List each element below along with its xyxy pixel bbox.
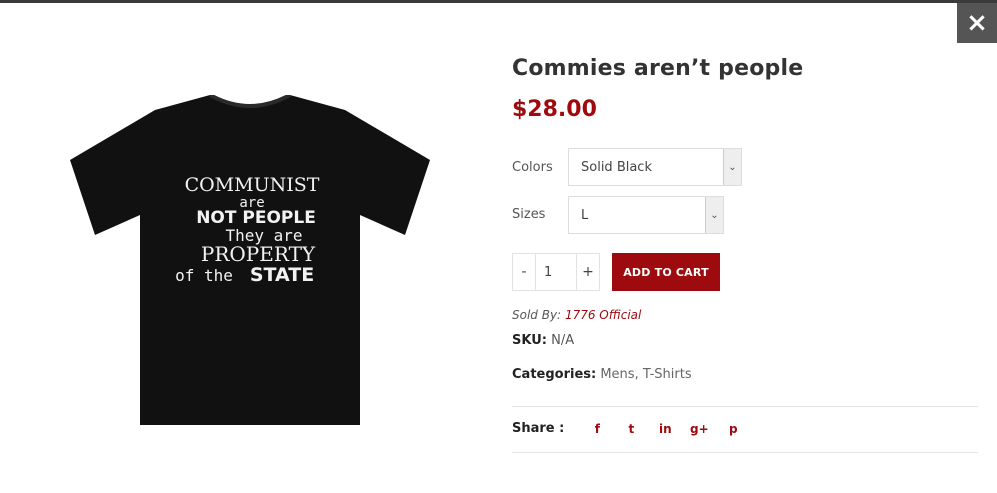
quantity-input[interactable]: 1 xyxy=(535,254,577,290)
quantity-minus-button[interactable]: - xyxy=(513,264,535,280)
print-line-3: NOT PEOPLE xyxy=(196,208,316,228)
quantity-stepper: - 1 + xyxy=(512,253,600,291)
colors-selected-value: Solid Black xyxy=(581,160,652,175)
sku: SKU: N/A xyxy=(512,333,574,348)
print-line-1: COMMUNIST xyxy=(185,174,320,196)
sold-by-label: Sold By: xyxy=(512,308,562,322)
product-title: Commies aren’t people xyxy=(512,56,804,81)
sold-by: Sold By: 1776 Official xyxy=(512,308,641,322)
share-label: Share : xyxy=(512,421,565,436)
product-image: COMMUNIST are NOT PEOPLE They are PROPER… xyxy=(70,95,430,425)
divider xyxy=(512,452,978,453)
pinterest-icon[interactable]: p xyxy=(716,422,750,436)
category-link-mens[interactable]: Mens xyxy=(600,367,634,382)
print-line-7: STATE xyxy=(250,264,314,286)
colors-label: Colors xyxy=(512,160,553,175)
print-line-6: of the xyxy=(175,266,233,285)
chevron-down-icon: ⌄ xyxy=(705,197,723,233)
close-icon: × xyxy=(966,8,988,38)
add-to-cart-button[interactable]: ADD TO CART xyxy=(612,253,720,291)
sku-label: SKU: xyxy=(512,333,547,348)
google-plus-icon[interactable]: g+ xyxy=(682,422,716,436)
twitter-icon[interactable]: t xyxy=(614,422,648,436)
facebook-icon[interactable]: f xyxy=(580,422,614,436)
print-line-5: PROPERTY xyxy=(201,242,316,266)
colors-select[interactable]: Solid Black ⌄ xyxy=(568,148,742,186)
categories-label: Categories: xyxy=(512,367,597,382)
sizes-selected-value: L xyxy=(581,208,589,223)
sizes-label: Sizes xyxy=(512,207,546,222)
share-row: Share : f t in g+ p xyxy=(512,421,750,436)
quantity-plus-button[interactable]: + xyxy=(577,264,599,280)
divider xyxy=(512,406,978,407)
sold-by-link[interactable]: 1776 Official xyxy=(565,308,641,322)
sku-value: N/A xyxy=(551,333,575,348)
linkedin-icon[interactable]: in xyxy=(648,422,682,436)
close-modal-button[interactable]: × xyxy=(957,3,997,43)
sizes-select[interactable]: L ⌄ xyxy=(568,196,724,234)
chevron-down-icon: ⌄ xyxy=(723,149,741,185)
category-link-tshirts[interactable]: T-Shirts xyxy=(643,367,692,382)
top-bar xyxy=(0,0,997,3)
categories: Categories: Mens, T-Shirts xyxy=(512,367,692,382)
product-price: $28.00 xyxy=(512,97,597,122)
